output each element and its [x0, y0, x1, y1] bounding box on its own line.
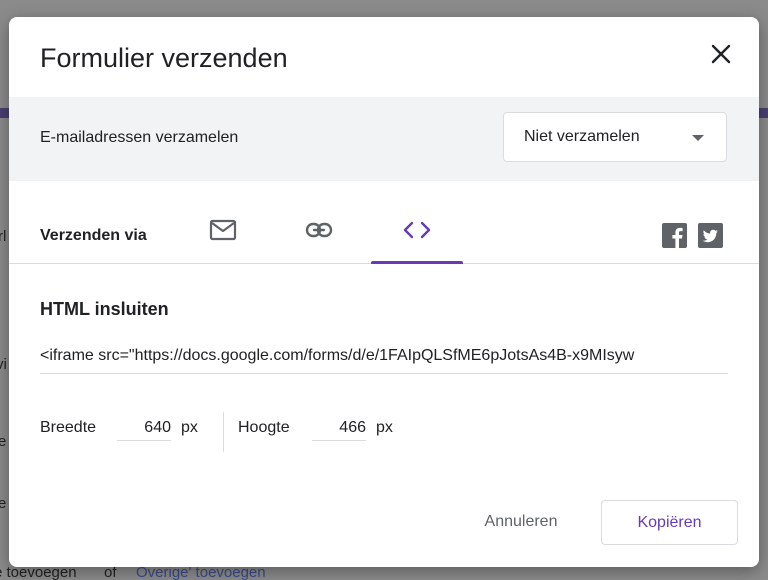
tab-embed-html[interactable] — [371, 181, 463, 264]
dialog-title: Formulier verzenden — [40, 43, 288, 73]
embed-html-title: HTML insluiten — [40, 299, 169, 319]
email-icon — [209, 219, 237, 241]
facebook-icon[interactable] — [662, 223, 687, 248]
send-form-dialog: Formulier verzenden E-mailadressen verza… — [9, 17, 759, 567]
send-via-row: Verzenden via — [9, 181, 759, 264]
cancel-button[interactable]: Annuleren — [471, 503, 571, 541]
width-input[interactable]: 640 — [117, 416, 171, 441]
copy-button[interactable]: Kopiëren — [601, 500, 738, 545]
embed-code-icon — [403, 221, 431, 239]
height-label: Hoogte — [238, 419, 290, 436]
collect-emails-select[interactable]: Niet verzamelen — [503, 112, 727, 162]
width-label: Breedte — [40, 419, 97, 436]
embed-code-value: <iframe src="https://docs.google.com/for… — [40, 347, 635, 364]
active-tab-indicator — [371, 261, 463, 264]
close-icon — [711, 44, 731, 64]
width-value: 640 — [144, 419, 171, 436]
background-text: rl — [0, 228, 7, 245]
background-text: vi — [0, 356, 7, 373]
tab-email[interactable] — [177, 181, 269, 263]
background-text: e — [0, 433, 7, 450]
link-icon — [305, 222, 333, 238]
twitter-icon[interactable] — [698, 223, 723, 248]
collect-emails-value: Niet verzamelen — [524, 128, 640, 145]
width-unit: px — [181, 419, 198, 436]
height-input[interactable]: 466 — [312, 416, 366, 441]
height-value: 466 — [339, 419, 366, 436]
dropdown-arrow-icon — [692, 135, 704, 141]
height-unit: px — [376, 419, 393, 436]
collect-emails-label: E-mailadressen verzamelen — [40, 129, 239, 146]
embed-code-field[interactable]: <iframe src="https://docs.google.com/for… — [40, 343, 728, 374]
dimension-divider — [223, 412, 224, 452]
background-text: e — [0, 495, 7, 512]
close-button[interactable] — [705, 38, 737, 70]
collect-emails-row: E-mailadressen verzamelen Niet verzamele… — [9, 97, 759, 181]
send-via-label: Verzenden via — [40, 227, 147, 244]
tab-link[interactable] — [273, 181, 365, 263]
